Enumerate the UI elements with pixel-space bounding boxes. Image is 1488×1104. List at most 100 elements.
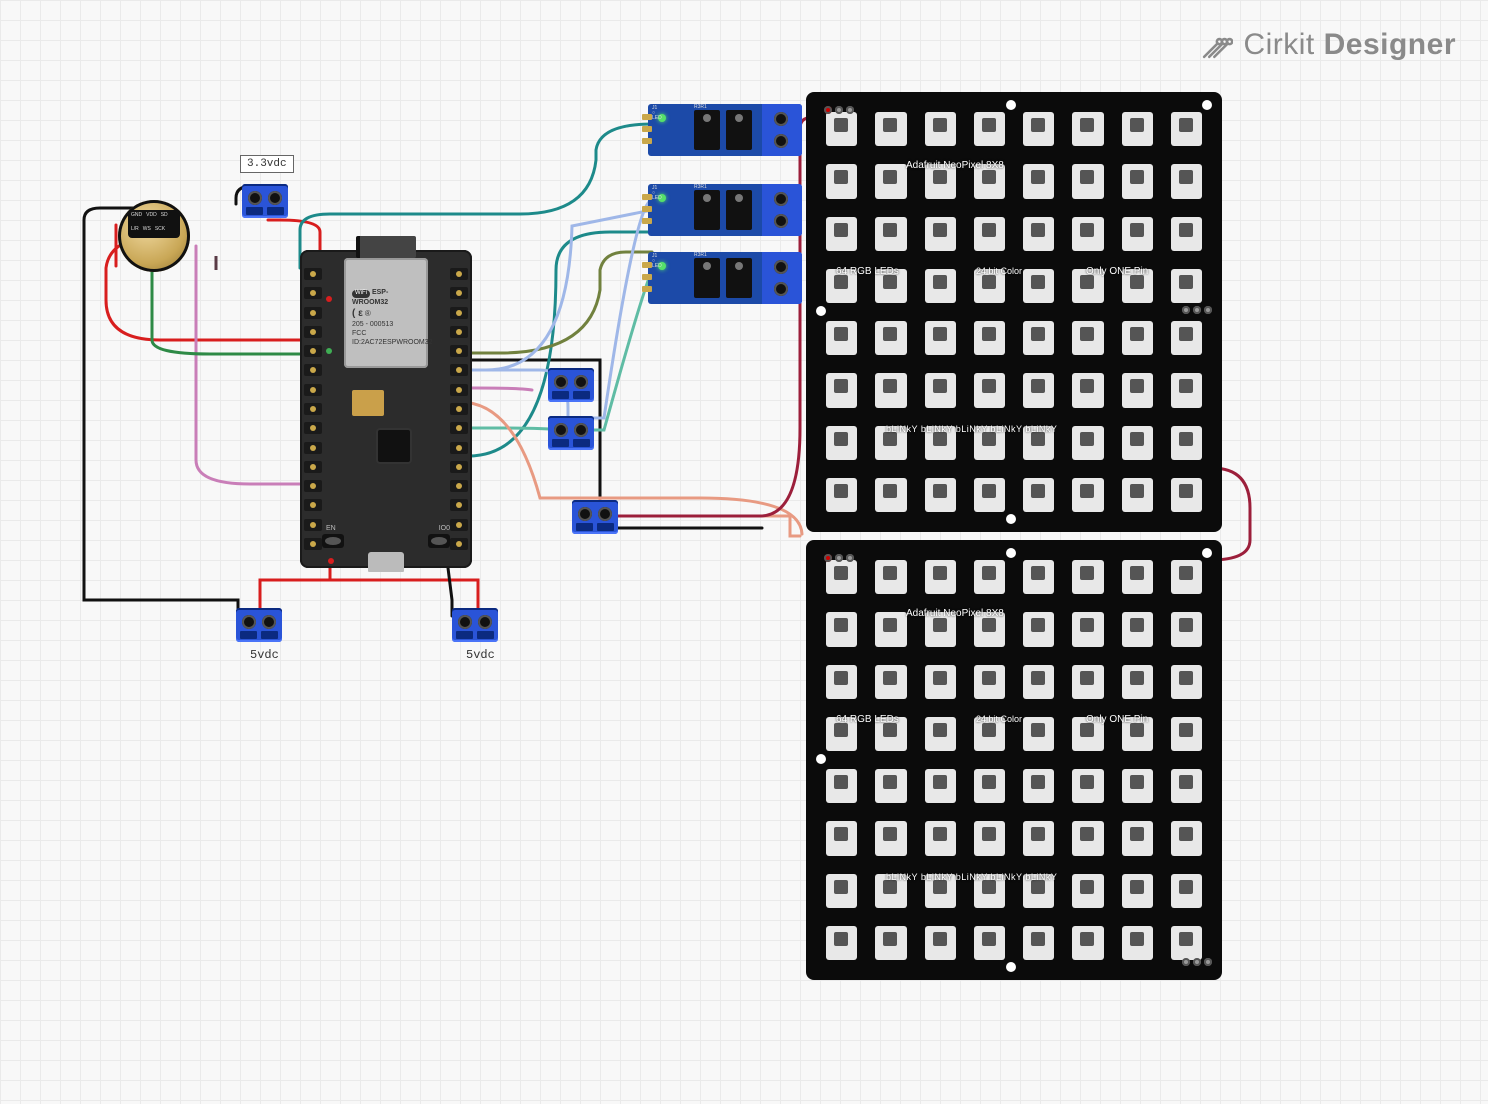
neopixel-led: [1116, 554, 1159, 600]
neopixel-led: [1066, 815, 1109, 861]
neopixel-led: [1165, 815, 1208, 861]
neopixel-led-grid: [820, 106, 1208, 518]
neopixel-led: [1165, 554, 1208, 600]
neopixel-led: [1116, 211, 1159, 257]
terminal-mid-3[interactable]: [572, 500, 618, 534]
neopixel-led: [1017, 711, 1060, 757]
neopixel-led: [1066, 420, 1109, 466]
neopixel-led: [869, 763, 912, 809]
mosfet-output-terminal[interactable]: [762, 252, 802, 304]
neopixel-led: [869, 315, 912, 361]
neopixel-led: [919, 315, 962, 361]
neopixel-led: [1017, 367, 1060, 413]
esp32-pins-right[interactable]: [450, 268, 468, 550]
neopixel-led: [968, 315, 1011, 361]
neopixel-led: [820, 158, 863, 204]
neopixel-dout-pads[interactable]: [1182, 958, 1212, 966]
neopixel-led: [919, 106, 962, 152]
neopixel-led: [1066, 659, 1109, 705]
neopixel-led: [1165, 711, 1208, 757]
circuit-canvas[interactable]: Cirkit Designer: [0, 0, 1488, 1104]
neopixel-dout-pads[interactable]: [1182, 306, 1212, 314]
neopixel-led: [869, 659, 912, 705]
mosfet-module-1[interactable]: J1○LED R3R1: [648, 104, 802, 156]
mic-pin-labels-2: L/RWS SCK: [130, 226, 166, 232]
neopixel-led: [869, 472, 912, 518]
neopixel-led: [1165, 158, 1208, 204]
neopixel-led: [1066, 554, 1109, 600]
neopixel-led: [820, 367, 863, 413]
neopixel-matrix-top[interactable]: Adafruit NeoPixel 8X8 64 RGB LEDs 24 bit…: [806, 92, 1222, 532]
label-3v3: 3.3vdc: [240, 155, 294, 173]
esp32-en-button[interactable]: [322, 534, 344, 548]
neopixel-led: [1066, 472, 1109, 518]
neopixel-led: [1116, 920, 1159, 966]
neopixel-led: [919, 763, 962, 809]
esp32-io-led: [326, 348, 332, 354]
esp32-devkit[interactable]: WiFi ESP-WROOM32 ( ε ® 205 - 000513 FCC …: [300, 250, 472, 568]
neopixel-din-pads[interactable]: [824, 106, 854, 114]
neopixel-led: [968, 367, 1011, 413]
neopixel-led: [869, 920, 912, 966]
neopixel-led: [919, 920, 962, 966]
via-dot: [328, 558, 334, 564]
app-logo: Cirkit Designer: [1199, 28, 1456, 62]
mosfet-output-terminal[interactable]: [762, 184, 802, 236]
neopixel-led: [968, 106, 1011, 152]
neopixel-led: [1066, 106, 1109, 152]
neopixel-led: [820, 659, 863, 705]
neopixel-led: [1116, 158, 1159, 204]
mount-hole: [1202, 100, 1212, 110]
neopixel-led: [869, 554, 912, 600]
neopixel-led: [869, 367, 912, 413]
neopixel-led: [1017, 106, 1060, 152]
neopixel-led: [1165, 315, 1208, 361]
neopixel-led: [1116, 815, 1159, 861]
neopixel-led: [1066, 606, 1109, 652]
neopixel-led: [919, 554, 962, 600]
mosfet-silk: J1○LED: [652, 106, 662, 121]
i2s-mic-module[interactable]: GNDVDD SD L/RWS SCK: [118, 200, 190, 272]
mosfet-module-2[interactable]: J1○LED R3R1: [648, 184, 802, 236]
neopixel-led: [919, 815, 962, 861]
logo-text: Cirkit Designer: [1243, 28, 1456, 62]
neopixel-sub-left: 64 RGB LEDs: [836, 266, 899, 277]
neopixel-led: [1116, 763, 1159, 809]
neopixel-sub-mid: 24 bit Color: [976, 266, 1022, 276]
esp32-pins-left[interactable]: [304, 268, 322, 550]
terminal-mid-2[interactable]: [548, 416, 594, 450]
neopixel-led: [919, 659, 962, 705]
esp32-boot-button[interactable]: [428, 534, 450, 548]
terminal-3v3[interactable]: [242, 184, 288, 218]
neopixel-led: [1017, 554, 1060, 600]
neopixel-led: [1017, 315, 1060, 361]
neopixel-led-grid: [820, 554, 1208, 966]
neopixel-led: [820, 606, 863, 652]
neopixel-led: [820, 920, 863, 966]
esp32-usb-port[interactable]: [368, 552, 404, 572]
neopixel-led: [968, 472, 1011, 518]
neopixel-blinky: bLiNkY bLiNkY bLiNkY bLiNkY bLiNkY: [886, 424, 1057, 434]
mosfet-module-3[interactable]: J1○LED R3R1: [648, 252, 802, 304]
label-5v-a: 5vdc: [250, 648, 279, 662]
terminal-5v-b[interactable]: [452, 608, 498, 642]
neopixel-matrix-bottom[interactable]: Adafruit NeoPixel 8X8 64 RGB LEDs 24 bit…: [806, 540, 1222, 980]
neopixel-led: [1066, 158, 1109, 204]
neopixel-led: [1066, 920, 1109, 966]
neopixel-led: [869, 815, 912, 861]
neopixel-led: [1165, 263, 1208, 309]
terminal-5v-a[interactable]: [236, 608, 282, 642]
neopixel-led: [820, 815, 863, 861]
neopixel-led: [968, 763, 1011, 809]
neopixel-led: [1165, 420, 1208, 466]
neopixel-led: [869, 106, 912, 152]
mosfet-output-terminal[interactable]: [762, 104, 802, 156]
terminal-mid-1[interactable]: [548, 368, 594, 402]
neopixel-led: [869, 211, 912, 257]
logo-icon: [1199, 28, 1233, 62]
neopixel-led: [919, 472, 962, 518]
neopixel-led: [1116, 106, 1159, 152]
neopixel-led: [820, 420, 863, 466]
neopixel-led: [968, 815, 1011, 861]
neopixel-din-pads[interactable]: [824, 554, 854, 562]
